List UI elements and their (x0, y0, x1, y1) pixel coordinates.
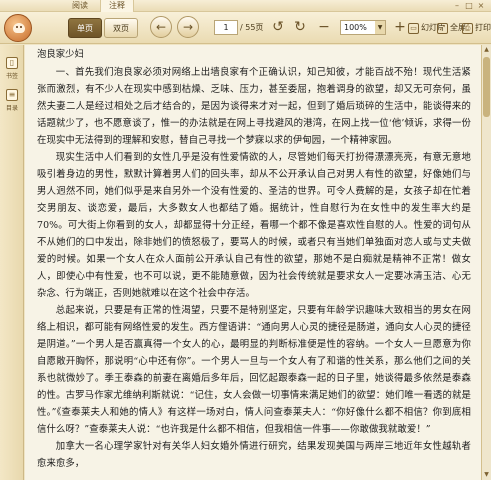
document-paragraph: 现实生活中人们看到的女性几乎是没有性爱情欲的人，尽管她们每天打扮得漂漂亮亮，有意… (37, 152, 471, 299)
arrow-left-icon: ← (155, 20, 167, 34)
logo-eye-icon (20, 26, 22, 28)
document-paragraph: 总起来说，只要是有正常的性渴望，只要不是特别坚定，只要有年龄学识趣味大致相当的男… (37, 305, 471, 435)
close-icon[interactable]: × (476, 1, 486, 11)
tab-read[interactable]: 阅读 (64, 0, 96, 12)
scroll-up-icon[interactable]: ▲ (482, 45, 491, 55)
sidebar-item-label: 书签 (5, 73, 18, 80)
logo-eye-icon (16, 26, 18, 28)
logo-face-icon (13, 23, 25, 33)
document-page[interactable]: 泡良家少妇 一、首先我们泡良家必须对网络上出墙良家有个正确认识，知己知彼，才能百… (25, 45, 481, 480)
document-paragraph: 一、首先我们泡良家必须对网络上出墙良家有个正确认识，知己知彼，才能百战不殆！现代… (37, 67, 471, 146)
print-label: 打印 (475, 23, 491, 32)
zoom-out-icon[interactable]: − (314, 17, 334, 37)
sidebar-item-contents[interactable]: ≡ 目录 (2, 87, 22, 115)
next-page-button[interactable]: → (177, 16, 199, 38)
slideshow-icon: ▭ (408, 22, 419, 34)
sidebar: ▯ 书签 ≡ 目录 (0, 45, 24, 480)
arrow-right-icon: → (182, 20, 194, 34)
scroll-down-icon[interactable]: ▼ (482, 470, 491, 480)
double-page-button[interactable]: 双页 (104, 18, 138, 38)
scrollbar-thumb[interactable] (483, 57, 490, 117)
printer-icon: ⎙ (462, 22, 473, 34)
title-bar: 阅读 注释 – □ × (0, 0, 491, 12)
page-number-input[interactable]: 1 (214, 20, 238, 35)
single-page-label: 单页 (77, 23, 93, 33)
page-total: / 55页 (240, 23, 264, 32)
zoom-in-icon[interactable]: + (390, 17, 410, 37)
fullscreen-icon: ⤢ (437, 22, 448, 34)
zoom-value: 100% (344, 23, 367, 32)
rotate-left-icon[interactable]: ↺ (268, 17, 288, 37)
previous-page-button[interactable]: ← (150, 16, 172, 38)
sidebar-item-label: 目录 (5, 105, 18, 112)
single-page-button[interactable]: 单页 (68, 18, 102, 38)
bookmark-icon: ▯ (6, 57, 18, 69)
print-button[interactable]: ⎙ 打印 (462, 18, 491, 38)
double-page-label: 双页 (113, 23, 129, 33)
document-title: 泡良家少妇 (37, 49, 84, 60)
sidebar-item-bookmarks[interactable]: ▯ 书签 (2, 55, 22, 83)
zoom-select[interactable]: 100% ▼ (340, 20, 386, 35)
app-logo[interactable] (4, 14, 32, 42)
tab-annotate[interactable]: 注释 (100, 0, 134, 12)
vertical-scrollbar[interactable]: ▲ ▼ (481, 45, 491, 480)
maximize-icon[interactable]: □ (464, 1, 474, 11)
minimize-icon[interactable]: – (452, 1, 462, 11)
chevron-down-icon: ▼ (375, 21, 385, 34)
document-paragraph: 加拿大一名心理学家针对有关华人妇女婚外情进行研究，结果发现美国与两岸三地近年女性… (37, 441, 471, 469)
toolbar: 单页 双页 ← → 1 / 55页 ↺ ↻ − 100% ▼ + ▭ 幻灯片 ⤢… (0, 12, 491, 44)
table-of-contents-icon: ≡ (6, 89, 18, 101)
rotate-right-icon[interactable]: ↻ (290, 17, 310, 37)
